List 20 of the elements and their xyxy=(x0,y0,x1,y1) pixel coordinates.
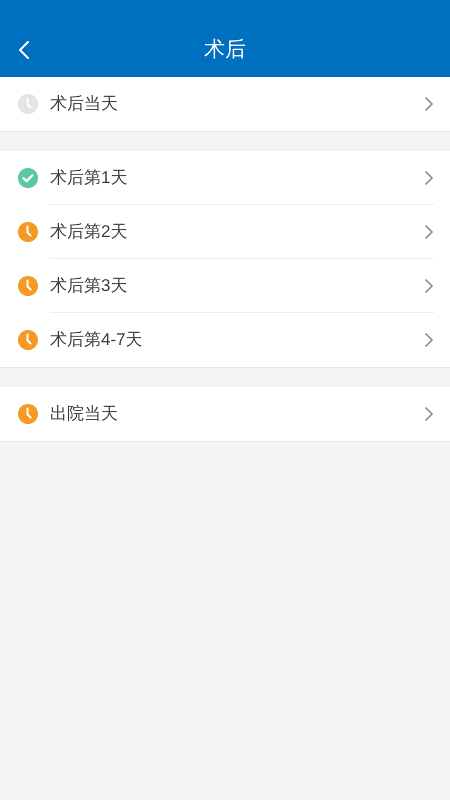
back-icon xyxy=(18,40,30,60)
item-label: 出院当天 xyxy=(50,403,119,426)
item-label: 术后第4-7天 xyxy=(50,329,144,352)
list-item[interactable]: 术后第1天 xyxy=(0,151,450,205)
list-item[interactable]: 出院当天 xyxy=(0,387,450,441)
item-label: 术后第3天 xyxy=(50,274,128,297)
chevron-icon xyxy=(424,332,434,348)
chevron-icon xyxy=(424,96,434,112)
list-item[interactable]: 术后第4-7天 xyxy=(0,313,450,367)
item-label: 术后第1天 xyxy=(50,166,128,189)
page-title: 术后 xyxy=(204,36,246,62)
item-label: 术后当天 xyxy=(50,93,119,116)
chevron-icon xyxy=(424,278,434,294)
list-item[interactable]: 术后第3天 xyxy=(0,259,450,313)
chevron-icon xyxy=(424,406,434,422)
list-item[interactable]: 术后当天 xyxy=(0,77,450,131)
chevron-icon xyxy=(424,224,434,240)
item-label: 术后第2天 xyxy=(50,220,128,243)
chevron-icon xyxy=(424,170,434,186)
list-item[interactable]: 术后第2天 xyxy=(0,205,450,259)
